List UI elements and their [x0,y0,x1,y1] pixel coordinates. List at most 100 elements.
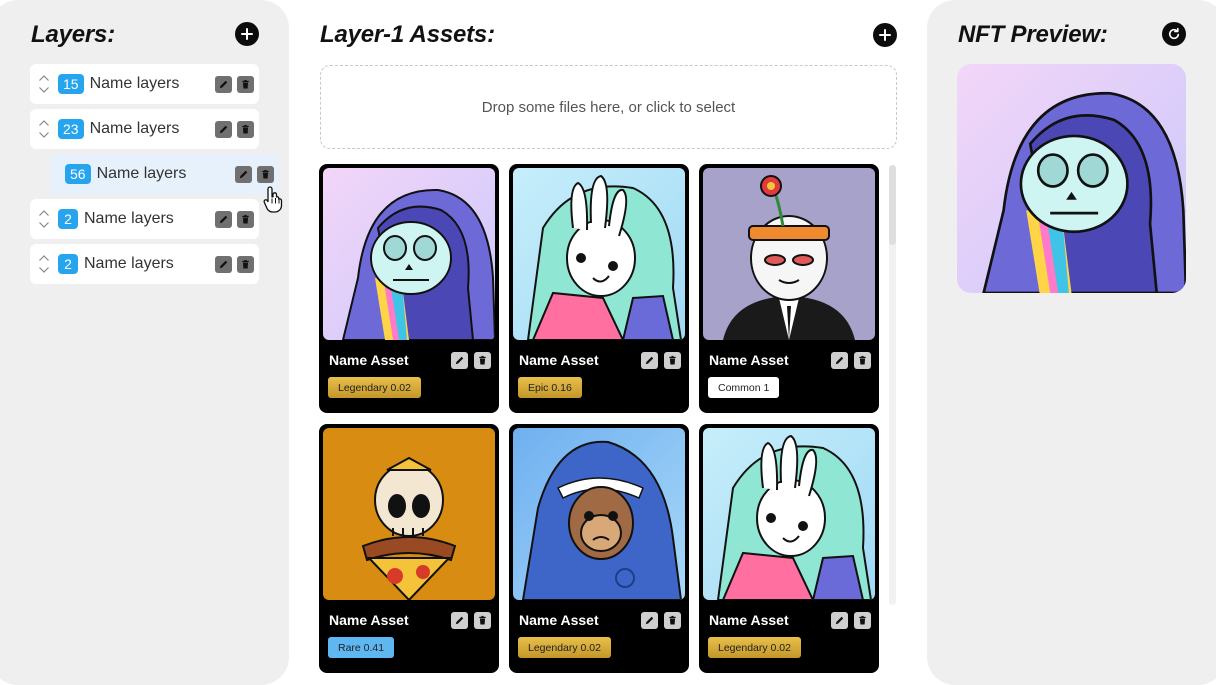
asset-name: Name Asset [709,612,789,628]
pencil-icon [219,260,228,268]
edit-asset-button[interactable] [451,352,468,369]
chevron-up-icon[interactable] [38,254,50,262]
asset-card[interactable]: Name Asset Common 1 [699,164,879,413]
add-layer-button[interactable] [235,22,259,46]
asset-image [703,428,875,600]
rarity-badge: Legendary 0.02 [708,637,801,658]
layer-item[interactable]: 2 Name layers [30,199,259,239]
layer-name: Name layers [96,165,187,182]
asset-name: Name Asset [519,612,599,628]
layer-item[interactable]: 56 Name layers [50,154,279,194]
layer-item[interactable]: 23 Name layers [30,109,259,149]
pencil-icon [219,125,228,133]
delete-asset-button[interactable] [664,352,681,369]
chevron-up-icon[interactable] [38,209,50,217]
trash-icon [262,169,269,178]
refresh-icon [1168,27,1180,40]
edit-layer-button[interactable] [235,165,252,183]
layer-item[interactable]: 15 Name layers [30,64,259,104]
preview-title: NFT Preview: [958,21,1108,48]
reorder-arrows[interactable] [30,64,58,104]
pencil-icon [835,616,844,625]
asset-card[interactable]: Name Asset Legendary 0.02 [319,164,499,413]
edit-layer-button[interactable] [215,75,232,93]
chevron-up-icon[interactable] [38,119,50,127]
rarity-badge: Rare 0.41 [328,637,395,658]
asset-grid-scrollbar-thumb[interactable] [889,165,896,245]
asset-card[interactable]: Name Asset Epic 0.16 [509,164,689,413]
assets-title: Layer-1 Assets: [320,21,495,48]
trash-icon [669,355,676,365]
rarity-badge: Legendary 0.02 [328,377,421,398]
delete-asset-button[interactable] [854,612,871,629]
rarity-badge: Common 1 [708,377,780,398]
layer-item[interactable]: 2 Name layers [30,244,259,284]
delete-asset-button[interactable] [474,352,491,369]
chevron-down-icon[interactable] [38,266,50,274]
edit-asset-button[interactable] [831,352,848,369]
delete-asset-button[interactable] [664,612,681,629]
pencil-icon [239,170,248,178]
delete-layer-button[interactable] [237,120,254,138]
trash-icon [859,355,866,365]
asset-name: Name Asset [709,352,789,368]
delete-asset-button[interactable] [854,352,871,369]
reorder-arrows[interactable] [30,109,58,149]
pencil-icon [835,356,844,365]
delete-layer-button[interactable] [237,75,254,93]
asset-image [323,428,495,600]
layer-name: Name layers [89,120,180,137]
asset-card[interactable]: Name Asset Legendary 0.02 [699,424,879,673]
delete-asset-button[interactable] [474,612,491,629]
layer-count-badge: 15 [58,74,84,94]
edit-layer-button[interactable] [215,210,232,228]
trash-icon [242,124,249,133]
layer-count-badge: 56 [65,164,91,184]
asset-card[interactable]: Name Asset Legendary 0.02 [509,424,689,673]
layer-name: Name layers [84,210,174,227]
asset-name: Name Asset [519,352,599,368]
asset-name: Name Asset [329,352,409,368]
trash-icon [859,615,866,625]
edit-asset-button[interactable] [831,612,848,629]
add-asset-button[interactable] [873,23,897,47]
nft-preview-image [957,64,1186,293]
plus-icon [241,28,253,40]
reorder-arrows[interactable] [30,199,58,239]
edit-asset-button[interactable] [641,612,658,629]
pencil-icon [219,215,228,223]
trash-icon [242,259,249,268]
pencil-icon [455,616,464,625]
trash-icon [479,355,486,365]
edit-asset-button[interactable] [641,352,658,369]
pencil-icon [219,80,228,88]
reorder-arrows[interactable] [30,244,58,284]
asset-image [513,428,685,600]
edit-layer-button[interactable] [215,120,232,138]
delete-layer-button[interactable] [237,210,254,228]
edit-layer-button[interactable] [215,255,232,273]
delete-layer-button[interactable] [257,165,274,183]
chevron-down-icon[interactable] [38,221,50,229]
trash-icon [669,615,676,625]
asset-card[interactable]: Name Asset Rare 0.41 [319,424,499,673]
edit-asset-button[interactable] [451,612,468,629]
pencil-icon [645,356,654,365]
plus-icon [879,29,891,41]
layer-count-badge: 2 [58,254,78,274]
pencil-icon [645,616,654,625]
file-dropzone[interactable]: Drop some files here, or click to select [320,65,897,149]
chevron-up-icon[interactable] [38,74,50,82]
trash-icon [479,615,486,625]
layer-name: Name layers [89,75,180,92]
chevron-down-icon[interactable] [38,86,50,94]
pencil-icon [455,356,464,365]
delete-layer-button[interactable] [237,255,254,273]
asset-image [513,168,685,340]
layer-name: Name layers [84,255,174,272]
trash-icon [242,214,249,223]
layers-title: Layers: [31,21,115,48]
refresh-preview-button[interactable] [1162,22,1186,46]
layer-count-badge: 2 [58,209,78,229]
chevron-down-icon[interactable] [38,131,50,139]
